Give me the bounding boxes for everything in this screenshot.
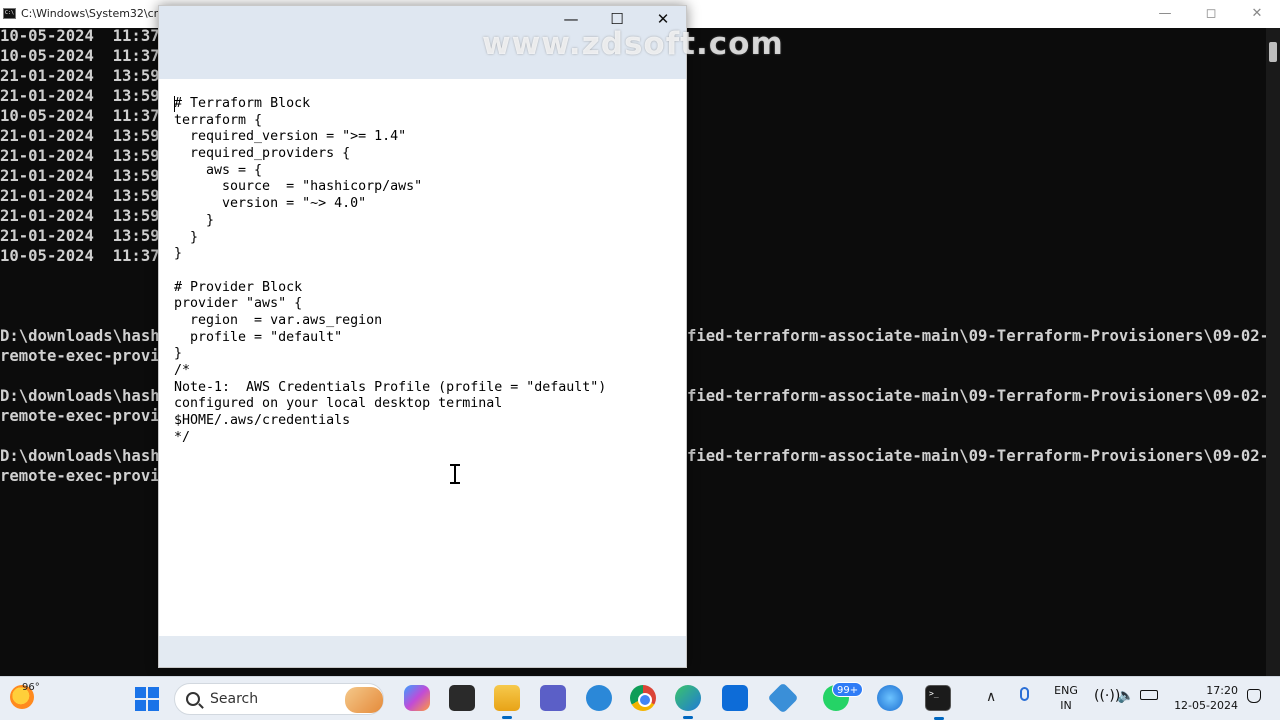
- code-line: terraform {: [174, 112, 263, 128]
- code-line: aws = {: [174, 162, 263, 178]
- cmd-output-line: D:\downloads\hash: [0, 327, 160, 345]
- cmd-output-line: remote-exec-provi: [0, 347, 160, 365]
- edge-icon[interactable]: [675, 685, 701, 719]
- terminal-glyph: >_: [929, 689, 939, 698]
- notification-bell-icon[interactable]: [1247, 689, 1261, 703]
- cmd-maximize-button[interactable]: ◻: [1188, 2, 1234, 26]
- taskbar: 96° Search 99+ >_ ∧ ENG IN ((·)) 🔈 17:20…: [0, 676, 1280, 720]
- cmd-output-line: 21-01-2024 13:59: [0, 167, 160, 185]
- code-line: }: [174, 212, 215, 228]
- cmd-output-line: 21-01-2024 13:59: [0, 187, 160, 205]
- store-icon[interactable]: [722, 685, 748, 711]
- cmd-scroll-thumb[interactable]: [1269, 42, 1277, 62]
- cmd-minimize-button[interactable]: —: [1142, 2, 1188, 26]
- code-line: */: [174, 429, 191, 445]
- cmd-app-icon: C:\: [3, 8, 16, 19]
- code-line: region = var.aws_region: [174, 312, 383, 328]
- file-explorer-icon[interactable]: [494, 685, 520, 719]
- region-code: IN: [1060, 699, 1072, 712]
- code-line: # Terraform Block: [174, 96, 311, 111]
- cmd-output-line: remote-exec-provi: [0, 407, 160, 425]
- code-line: }: [174, 246, 183, 262]
- cmd-output-line: 21-01-2024 13:59: [0, 227, 160, 245]
- code-line: source = "hashicorp/aws": [174, 179, 423, 195]
- code-line: provider "aws" {: [174, 296, 303, 312]
- terminal-icon[interactable]: >_: [925, 685, 951, 720]
- cmd-output-line: 21-01-2024 13:59: [0, 67, 160, 85]
- search-highlight-image: [345, 687, 383, 713]
- teams-icon[interactable]: [540, 685, 566, 711]
- microphone-icon[interactable]: [1020, 687, 1029, 701]
- task-view-icon[interactable]: [449, 685, 475, 711]
- code-line: /*: [174, 363, 191, 378]
- ibeam-cursor-icon: [449, 464, 461, 484]
- cmd-output-line: 21-01-2024 13:59: [0, 127, 160, 145]
- clock-time: 17:20: [1206, 684, 1238, 697]
- code-line: }: [174, 229, 199, 245]
- cmd-output-line: 10-05-2024 11:37: [0, 27, 160, 45]
- code-line: # Provider Block: [174, 279, 303, 295]
- code-text: # Terraform Block terraform { required_ve…: [174, 96, 606, 446]
- cmd-output-line: 8: [0, 267, 169, 285]
- watermark: www.zdsoft.com: [482, 26, 784, 62]
- get-help-icon[interactable]: [586, 685, 612, 711]
- search-placeholder: Search: [210, 691, 259, 707]
- tray-chevron-up-icon[interactable]: ∧: [986, 689, 996, 705]
- cmd-window-title: C:\Windows\System32\cm: [21, 7, 165, 20]
- battery-icon[interactable]: [1140, 690, 1158, 700]
- taskbar-search[interactable]: Search: [174, 683, 384, 715]
- code-line: required_version = ">= 1.4": [174, 129, 407, 145]
- cmd-scrollbar[interactable]: [1266, 28, 1280, 676]
- cmd-output-line: fied-terraform-associate-main\09-Terrafo…: [687, 387, 1270, 405]
- cmd-output-line: 10-05-2024 11:37: [0, 247, 160, 265]
- chrome-icon[interactable]: [630, 685, 656, 711]
- whatsapp-notification-badge: 99+: [832, 682, 864, 697]
- clock-date: 12-05-2024: [1174, 699, 1238, 712]
- code-line: profile = "default": [174, 329, 343, 345]
- start-button[interactable]: [135, 687, 159, 711]
- notepad-statusbar: [159, 636, 686, 667]
- cmd-close-button[interactable]: ✕: [1234, 2, 1280, 26]
- volume-icon[interactable]: 🔈: [1117, 688, 1134, 704]
- app-icon[interactable]: [767, 682, 799, 714]
- globe-icon[interactable]: [877, 685, 903, 711]
- cmd-output-line: D:\downloads\hash: [0, 387, 160, 405]
- cmd-output-line: 10-05-2024 11:37: [0, 107, 160, 125]
- code-line: required_providers {: [174, 146, 351, 162]
- cmd-output-line: D:\downloads\hash: [0, 447, 160, 465]
- code-line: configured on your local desktop termina…: [174, 396, 503, 412]
- cmd-output-line: 21-01-2024 13:59: [0, 207, 160, 225]
- copilot-icon[interactable]: [404, 685, 430, 711]
- cmd-output-line: remote-exec-provi: [0, 467, 160, 485]
- weather-temperature: 96°: [22, 682, 40, 693]
- cmd-output-line: fied-terraform-associate-main\09-Terrafo…: [687, 447, 1270, 465]
- cmd-output-line: 4: [0, 287, 169, 305]
- code-line: version = "~> 4.0": [174, 196, 367, 212]
- notepad-editor[interactable]: # Terraform Block terraform { required_ve…: [159, 79, 686, 636]
- cmd-output-line: fied-terraform-associate-main\09-Terrafo…: [687, 327, 1270, 345]
- notepad-window: — ☐ ✕ # Terraform Block terraform { requi…: [158, 5, 687, 668]
- language-code: ENG: [1054, 684, 1078, 697]
- code-line: }: [174, 346, 183, 362]
- cmd-output-line: 21-01-2024 13:59: [0, 87, 160, 105]
- code-line: Note-1: AWS Credentials Profile (profile…: [174, 379, 607, 395]
- cmd-output-line: 10-05-2024 11:37: [0, 47, 160, 65]
- text-caret: [174, 96, 175, 112]
- search-icon: [186, 692, 200, 706]
- language-indicator[interactable]: ENG IN: [1052, 683, 1080, 713]
- clock[interactable]: 17:20 12-05-2024: [1172, 683, 1238, 713]
- cmd-output-line: 21-01-2024 13:59: [0, 147, 160, 165]
- code-line: $HOME/.aws/credentials: [174, 413, 351, 429]
